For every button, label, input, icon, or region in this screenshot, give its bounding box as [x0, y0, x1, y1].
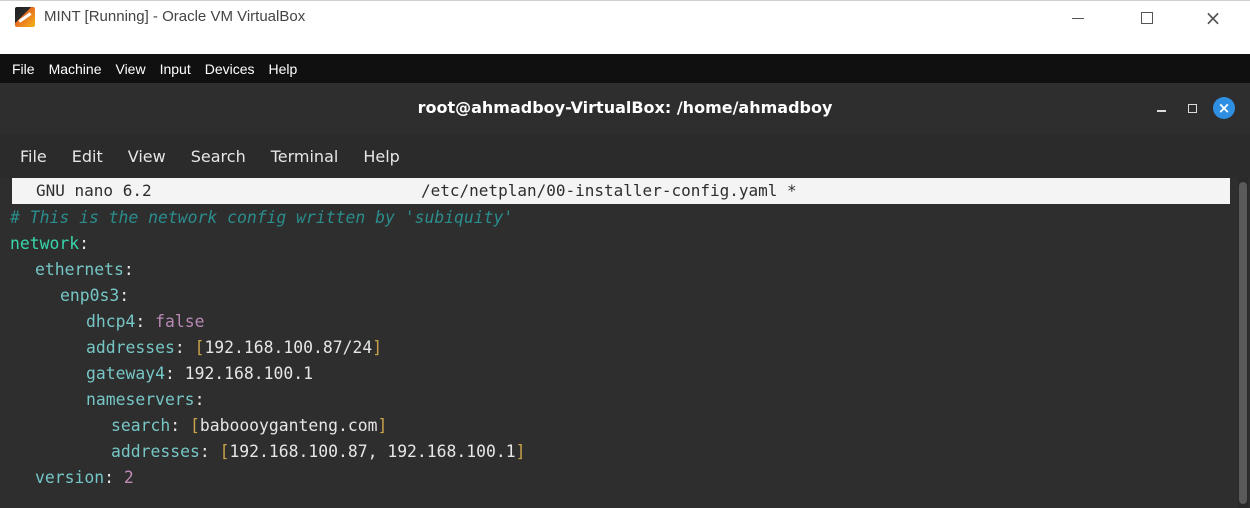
yaml-key-network: network: [10, 234, 80, 253]
terminal-scrollbar[interactable]: [1238, 178, 1248, 508]
code-line-interface: enp0s3:: [60, 286, 130, 305]
host-menu-input[interactable]: Input: [160, 61, 191, 77]
yaml-value-search: baboooyganteng.com: [199, 416, 378, 435]
nano-header: GNU nano 6.2 /etc/netplan/00-installer-c…: [12, 178, 1230, 204]
yaml-key-gateway4: gateway4: [86, 364, 165, 383]
yaml-value-addresses: 192.168.100.87/24: [204, 338, 373, 357]
yaml-value-version: 2: [123, 468, 134, 487]
close-button[interactable]: ×: [1190, 1, 1236, 35]
yaml-value-gateway4: 192.168.100.1: [184, 364, 313, 383]
yaml-key-version: version: [35, 468, 105, 487]
code-line-nameservers: nameservers:: [86, 390, 205, 409]
host-window-title: MINT [Running] - Oracle VM VirtualBox: [44, 8, 306, 25]
terminal-menu-help[interactable]: Help: [363, 147, 399, 166]
host-menu-file[interactable]: File: [12, 61, 35, 77]
code-line-gateway4: gateway4: 192.168.100.1: [86, 364, 313, 383]
maximize-icon: [1187, 103, 1197, 113]
yaml-value-dhcp4: false: [155, 312, 205, 331]
terminal-title: root@ahmadboy-VirtualBox: /home/ahmadboy: [417, 98, 833, 117]
terminal-close-button[interactable]: ×: [1213, 97, 1235, 119]
host-menu-devices[interactable]: Devices: [205, 61, 255, 77]
host-menubar: File Machine View Input Devices Help: [0, 54, 1250, 83]
yaml-key-search: search: [111, 416, 171, 435]
terminal-menu-search[interactable]: Search: [191, 147, 246, 166]
yaml-key-addresses: addresses: [86, 338, 175, 357]
code-line-addresses: addresses: [192.168.100.87/24]: [86, 338, 383, 357]
yaml-value-ns-addresses: 192.168.100.87, 192.168.100.1: [229, 442, 516, 461]
terminal-menu-terminal[interactable]: Terminal: [271, 147, 339, 166]
nano-version: GNU nano 6.2: [36, 181, 152, 200]
code-line-search: search: [baboooyganteng.com]: [111, 416, 388, 435]
close-icon: ×: [1204, 6, 1222, 30]
yaml-comment: # This is the network config written by …: [10, 208, 514, 227]
virtualbox-icon: [15, 7, 35, 27]
yaml-key-dhcp4: dhcp4: [86, 312, 136, 331]
minimize-icon: [1072, 17, 1084, 19]
terminal-minimize-button[interactable]: [1150, 97, 1172, 119]
nano-filename: /etc/netplan/00-installer-config.yaml *: [421, 181, 797, 200]
terminal-maximize-button[interactable]: [1181, 97, 1203, 119]
maximize-icon: [1141, 12, 1153, 24]
host-menu-machine[interactable]: Machine: [49, 61, 102, 77]
code-line-network: network:: [10, 234, 89, 253]
terminal-titlebar: root@ahmadboy-VirtualBox: /home/ahmadboy…: [0, 83, 1250, 134]
scrollbar-thumb[interactable]: [1239, 182, 1247, 504]
code-line-version: version: 2: [35, 468, 134, 487]
terminal-body[interactable]: GNU nano 6.2 /etc/netplan/00-installer-c…: [0, 178, 1250, 508]
code-line-ethernets: ethernets:: [35, 260, 134, 279]
code-line-dhcp4: dhcp4: false: [86, 312, 205, 331]
minimize-icon: [1156, 110, 1166, 112]
yaml-key-ethernets: ethernets: [35, 260, 124, 279]
yaml-key-interface: enp0s3: [60, 286, 120, 305]
maximize-button[interactable]: [1124, 1, 1170, 35]
terminal-menubar: File Edit View Search Terminal Help: [0, 134, 1250, 178]
host-menu-view[interactable]: View: [115, 61, 145, 77]
host-titlebar: MINT [Running] - Oracle VM VirtualBox ×: [0, 0, 1250, 34]
yaml-key-nameservers: nameservers: [86, 390, 195, 409]
code-line-ns-addresses: addresses: [192.168.100.87, 192.168.100.…: [111, 442, 526, 461]
host-menu-help[interactable]: Help: [269, 61, 298, 77]
yaml-key-ns-addresses: addresses: [111, 442, 200, 461]
terminal-menu-view[interactable]: View: [128, 147, 166, 166]
close-icon: ×: [1217, 99, 1231, 117]
terminal-menu-file[interactable]: File: [20, 147, 47, 166]
minimize-button[interactable]: [1055, 1, 1101, 35]
terminal-menu-edit[interactable]: Edit: [72, 147, 103, 166]
code-line-comment: # This is the network config written by …: [10, 205, 513, 231]
